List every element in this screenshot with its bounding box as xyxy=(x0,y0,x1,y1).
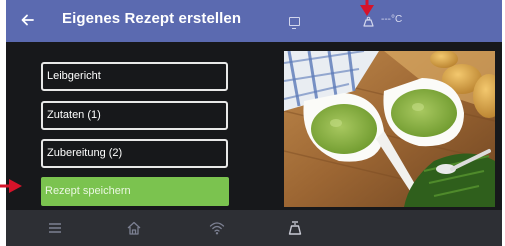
back-button[interactable] xyxy=(16,8,40,32)
page-title: Eigenes Rezept erstellen xyxy=(62,10,242,27)
recipe-form: Leibgericht Zutaten (1) Zubereitung (2) … xyxy=(6,42,278,210)
ingredients-button[interactable]: Zutaten (1) xyxy=(41,101,228,130)
arrow-left-icon xyxy=(21,14,34,26)
recipe-name-button[interactable]: Leibgericht xyxy=(41,62,228,91)
temperature-readout: ---°C xyxy=(381,14,403,25)
recipe-photo[interactable] xyxy=(284,51,495,207)
save-recipe-button[interactable]: Rezept speichern xyxy=(41,177,229,206)
device-screen: Eigenes Rezept erstellen ---°C Leibgeric… xyxy=(6,0,502,246)
preparation-button[interactable]: Zubereitung (2) xyxy=(41,139,228,168)
recipe-image-panel xyxy=(278,42,502,210)
bottom-navigation xyxy=(6,210,502,246)
weight-icon[interactable] xyxy=(286,219,304,237)
home-icon[interactable] xyxy=(125,219,143,237)
annotation-arrow-down xyxy=(360,0,374,16)
wifi-icon[interactable] xyxy=(208,219,226,237)
tablet-icon[interactable] xyxy=(289,17,300,29)
header-bar: Eigenes Rezept erstellen ---°C xyxy=(6,0,502,42)
menu-icon[interactable] xyxy=(46,219,64,237)
annotation-arrow-right xyxy=(0,179,22,193)
scale-icon[interactable] xyxy=(363,16,374,27)
